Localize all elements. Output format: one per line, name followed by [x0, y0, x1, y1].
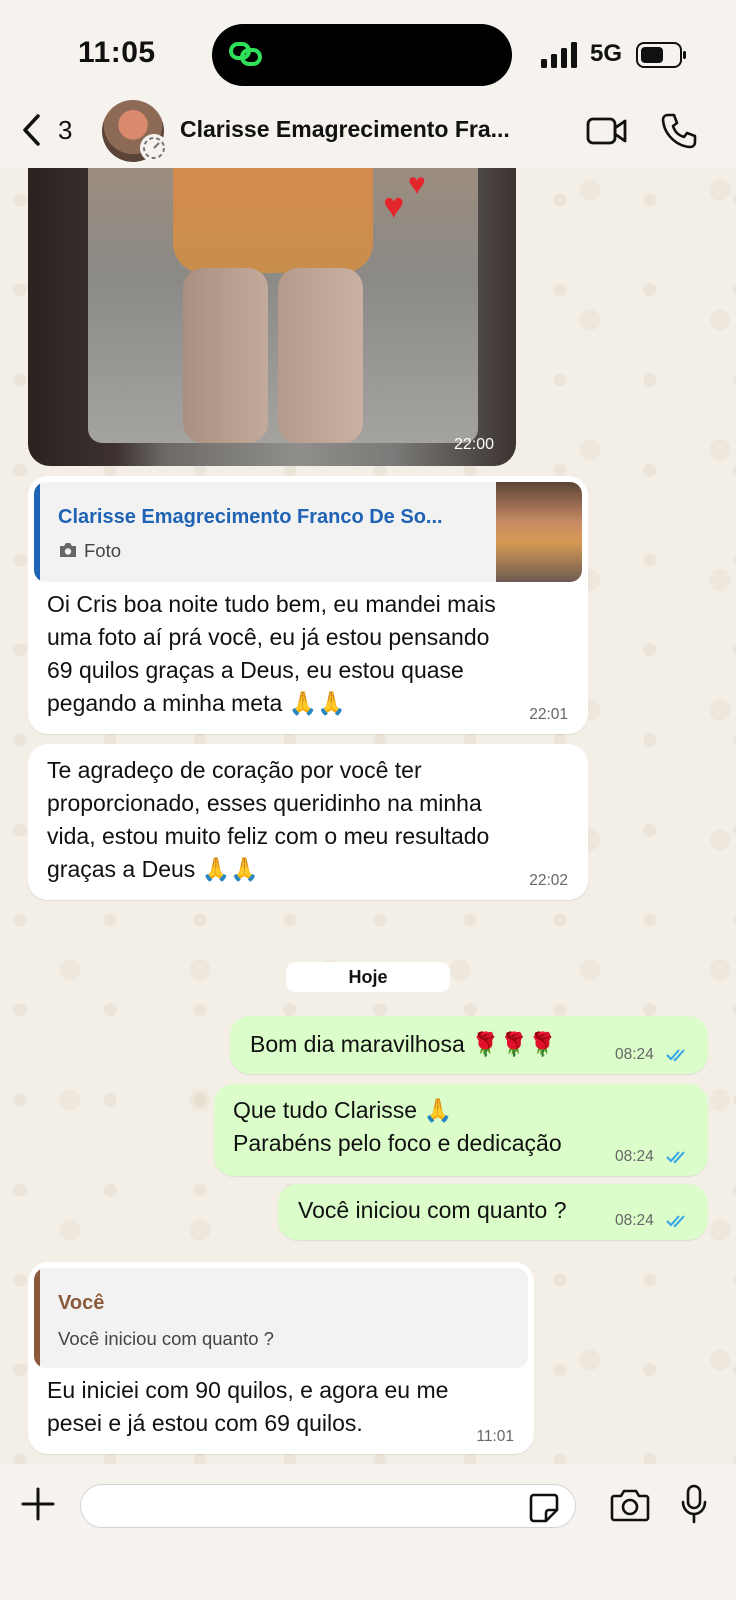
signal-icon: [541, 42, 577, 68]
network-label: 5G: [590, 40, 623, 67]
attach-button[interactable]: [20, 1486, 56, 1527]
message-time: 08:24: [615, 1212, 654, 1229]
unread-count: 3: [58, 115, 73, 145]
heart-sticker-icon: ♥: [383, 185, 405, 226]
camera-small-icon: [60, 543, 76, 557]
plus-icon: [21, 1487, 55, 1521]
status-bar: 11:05 5G: [0, 0, 736, 100]
message-bubble-incoming[interactable]: Você Você iniciou com quanto ? Eu inicie…: [28, 1262, 534, 1454]
message-time: 22:00: [453, 436, 494, 453]
contact-name[interactable]: Clarisse Emagrecimento Fra...: [180, 116, 510, 143]
back-button[interactable]: 3: [20, 112, 73, 152]
message-text: Oi Cris boa noite tudo bem, eu mandei ma…: [47, 591, 496, 716]
link-activity-icon: [229, 42, 262, 66]
camera-icon: [610, 1489, 650, 1522]
battery-icon: [636, 42, 686, 68]
message-bubble-incoming[interactable]: Te agradeço de coração por você ter prop…: [28, 744, 588, 900]
quoted-message[interactable]: Clarisse Emagrecimento Franco De So... F…: [34, 482, 582, 582]
voice-call-button[interactable]: [660, 112, 698, 155]
day-separator: Hoje: [286, 962, 450, 992]
quote-bar: [34, 1268, 40, 1368]
message-bubble-incoming[interactable]: Clarisse Emagrecimento Franco De So... F…: [28, 476, 588, 734]
read-receipt-icon: [666, 1215, 685, 1228]
video-camera-icon: [586, 117, 627, 145]
quote-type: Foto: [84, 540, 122, 561]
clock: 11:05: [78, 36, 156, 69]
read-receipt-icon: [666, 1151, 685, 1164]
voice-message-button[interactable]: [680, 1484, 708, 1529]
message-time: 08:24: [615, 1046, 654, 1063]
message-time: 11:01: [476, 1428, 514, 1445]
photo-image: [88, 168, 478, 443]
message-text: Te agradeço de coração por você ter prop…: [47, 757, 490, 882]
photo-message[interactable]: ♥ ♥ 22:00: [28, 168, 516, 466]
message-bubble-outgoing[interactable]: Você iniciou com quanto ? 08:24: [278, 1184, 708, 1240]
heart-sticker-icon: ♥: [408, 168, 426, 201]
status-timer-icon: [140, 134, 168, 162]
microphone-icon: [681, 1484, 707, 1524]
quote-author: Clarisse Emagrecimento Franco De So...: [58, 506, 443, 528]
camera-button[interactable]: [610, 1488, 650, 1527]
quote-text: Você iniciou com quanto ?: [58, 1328, 274, 1349]
quote-author: Você: [58, 1292, 105, 1314]
quoted-message[interactable]: Você Você iniciou com quanto ?: [34, 1268, 528, 1368]
message-time: 22:01: [529, 706, 568, 723]
message-text: Que tudo Clarisse 🙏 Parabéns pelo foco e…: [233, 1097, 562, 1156]
phone-icon: [661, 113, 697, 149]
sticker-icon: [529, 1493, 559, 1523]
message-text: Bom dia maravilhosa 🌹🌹🌹: [250, 1031, 558, 1057]
sticker-button[interactable]: [528, 1492, 560, 1529]
message-time: 08:24: [615, 1148, 654, 1165]
dynamic-island: [212, 24, 512, 86]
video-call-button[interactable]: [586, 116, 628, 151]
message-bubble-outgoing[interactable]: Que tudo Clarisse 🙏 Parabéns pelo foco e…: [214, 1084, 708, 1176]
quote-bar: [34, 482, 40, 582]
message-time: 22:02: [529, 872, 568, 889]
chat-header: 3 Clarisse Emagrecimento Fra...: [0, 100, 736, 168]
message-input[interactable]: [80, 1484, 576, 1528]
chevron-left-icon: [23, 114, 40, 146]
read-receipt-icon: [666, 1049, 685, 1062]
composer-bar: [0, 1464, 736, 1600]
message-text: Você iniciou com quanto ?: [298, 1197, 567, 1223]
message-text: Eu iniciei com 90 quilos, e agora eu me …: [47, 1377, 449, 1436]
message-bubble-outgoing[interactable]: Bom dia maravilhosa 🌹🌹🌹 08:24: [230, 1016, 708, 1074]
quote-thumbnail: [496, 482, 582, 582]
